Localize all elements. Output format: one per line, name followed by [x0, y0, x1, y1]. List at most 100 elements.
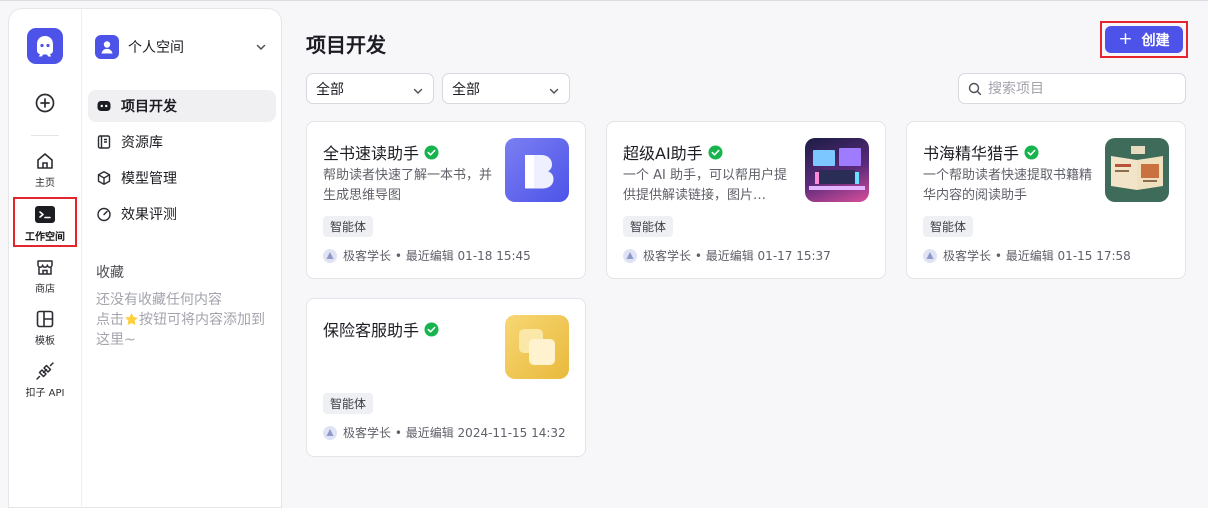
- status-filter-select[interactable]: 全部: [442, 73, 570, 104]
- space-avatar: [95, 35, 119, 59]
- meta-dot: •: [391, 248, 406, 263]
- favorites-empty-text: 还没有收藏任何内容 点击 按钮可将内容添加到 这里~: [96, 290, 280, 350]
- author-avatar: [323, 425, 337, 440]
- project-type-tag: 智能体: [323, 393, 374, 414]
- gauge-icon: [97, 207, 111, 222]
- verified-icon: [1024, 145, 1039, 159]
- project-title: 书海精华猎手: [923, 144, 1020, 163]
- chevron-down-icon: [549, 88, 559, 94]
- nav-label: 模型管理: [121, 171, 177, 187]
- project-meta: 极客学长 • 最近编辑 01-15 17:58: [923, 247, 1131, 264]
- author-avatar: [923, 248, 937, 263]
- nav-library[interactable]: 资源库: [88, 126, 276, 158]
- plus-circle-icon: [35, 93, 55, 113]
- last-edited: 最近编辑 01-15 17:58: [1005, 249, 1131, 263]
- logo-icon: [37, 36, 53, 57]
- rail-item-store[interactable]: 商店: [13, 257, 77, 307]
- user-icon: [101, 41, 113, 54]
- last-edited: 最近编辑 01-17 15:37: [705, 249, 831, 263]
- rail-item-home[interactable]: 主页: [13, 151, 77, 201]
- create-button[interactable]: + 创建: [1105, 26, 1183, 53]
- rail-item-label: 商店: [35, 284, 55, 295]
- last-edited: 最近编辑 2024-11-15 14:32: [405, 426, 566, 440]
- project-name: 全书速读助手: [323, 140, 439, 164]
- template-icon: [36, 310, 54, 328]
- project-card[interactable]: 全书速读助手 帮助读者快速了解一本书，并生成思维导图 智能体 极客学长 • 最近…: [306, 121, 586, 279]
- workspace-sidebar: 个人空间 项目开发 资源库 模型管理 效果评测 收藏 还没有收藏任何内容 点击 …: [81, 8, 282, 508]
- project-name: 保险客服助手: [323, 317, 439, 341]
- top-border: [0, 0, 1208, 1]
- chevron-down-icon: [256, 44, 266, 51]
- favorites-empty-line: 点击 按钮可将内容添加到: [96, 310, 280, 330]
- bot-icon: [97, 101, 111, 111]
- last-edited: 最近编辑 01-18 15:45: [405, 249, 531, 263]
- project-title: 全书速读助手: [323, 144, 420, 163]
- cube-icon: [97, 171, 111, 185]
- verified-icon: [708, 145, 723, 159]
- project-thumbnail: [805, 138, 869, 202]
- rail-item-label: 模板: [35, 336, 55, 347]
- verified-icon: [424, 322, 439, 336]
- app-logo[interactable]: [27, 28, 63, 64]
- project-type-tag: 智能体: [323, 216, 374, 237]
- author-avatar: [323, 248, 337, 263]
- rail-item-templates[interactable]: 模板: [13, 309, 77, 359]
- project-meta: 极客学长 • 最近编辑 2024-11-15 14:32: [323, 424, 566, 441]
- search-input[interactable]: [988, 80, 1178, 97]
- star-icon: [125, 312, 138, 326]
- chevron-down-icon: [413, 88, 423, 94]
- create-label: 创建: [1141, 32, 1170, 49]
- new-chat-button[interactable]: [33, 91, 57, 115]
- project-thumbnail: [1105, 138, 1169, 202]
- plus-icon: +: [1118, 29, 1133, 49]
- project-description: 一个帮助读者快速提取书籍精华内容的阅读助手: [923, 168, 1093, 203]
- meta-dot: •: [991, 248, 1006, 263]
- author-name: 极客学长: [343, 426, 392, 440]
- nav-label: 效果评测: [121, 207, 177, 223]
- project-card[interactable]: 书海精华猎手 一个帮助读者快速提取书籍精华内容的阅读助手 智能体 极客学长 • …: [906, 121, 1186, 279]
- library-icon: [97, 135, 111, 149]
- favorites-title: 收藏: [96, 265, 124, 281]
- favorites-empty-line: 这里~: [96, 332, 136, 348]
- create-button-highlight: + 创建: [1100, 21, 1188, 58]
- project-type-tag: 智能体: [923, 216, 974, 237]
- project-type-tag: 智能体: [623, 216, 674, 237]
- project-card[interactable]: 保险客服助手 智能体 极客学长 • 最近编辑 2024-11-15 14:32: [306, 298, 586, 457]
- search-icon: [968, 82, 982, 95]
- space-switcher[interactable]: 个人空间: [95, 32, 273, 62]
- stacked-squares-icon: [519, 329, 555, 365]
- select-value: 全部: [316, 81, 344, 98]
- rail-item-label: 主页: [35, 178, 55, 189]
- type-filter-select[interactable]: 全部: [306, 73, 434, 104]
- rail-item-api[interactable]: 扣子 API: [13, 361, 77, 411]
- author-avatar: [623, 248, 637, 263]
- project-thumbnail: [505, 315, 569, 379]
- project-name: 书海精华猎手: [923, 140, 1039, 164]
- nav-project-dev[interactable]: 项目开发: [88, 90, 276, 122]
- rail-item-label: 扣子 API: [25, 388, 65, 399]
- nav-models[interactable]: 模型管理: [88, 162, 276, 194]
- project-thumbnail: [505, 138, 569, 202]
- author-name: 极客学长: [643, 249, 692, 263]
- rail-item-workspace[interactable]: 工作空间: [13, 197, 77, 247]
- desk-setup-image: [809, 148, 865, 190]
- meta-dot: •: [391, 425, 406, 440]
- book-logo-icon: [525, 155, 554, 189]
- author-name: 极客学长: [343, 249, 392, 263]
- nav-label: 项目开发: [121, 99, 177, 115]
- home-icon: [37, 153, 53, 169]
- space-name: 个人空间: [128, 40, 184, 56]
- select-value: 全部: [452, 81, 480, 98]
- store-icon: [37, 260, 53, 275]
- project-card[interactable]: 超级AI助手 一个 AI 助手，可以帮用户提供提供解读链接，图片… 智能体 极客…: [606, 121, 886, 279]
- favorites-empty-part: 点击: [96, 312, 124, 328]
- meta-dot: •: [691, 248, 706, 263]
- nav-evaluation[interactable]: 效果评测: [88, 198, 276, 230]
- favorites-empty-line: 还没有收藏任何内容: [96, 292, 222, 308]
- author-name: 极客学长: [943, 249, 992, 263]
- project-description: 帮助读者快速了解一本书，并生成思维导图: [323, 168, 493, 203]
- rail-item-label: 工作空间: [25, 232, 65, 243]
- project-name: 超级AI助手: [623, 140, 723, 164]
- open-book-image: [1111, 146, 1163, 190]
- project-meta: 极客学长 • 最近编辑 01-17 15:37: [623, 247, 831, 264]
